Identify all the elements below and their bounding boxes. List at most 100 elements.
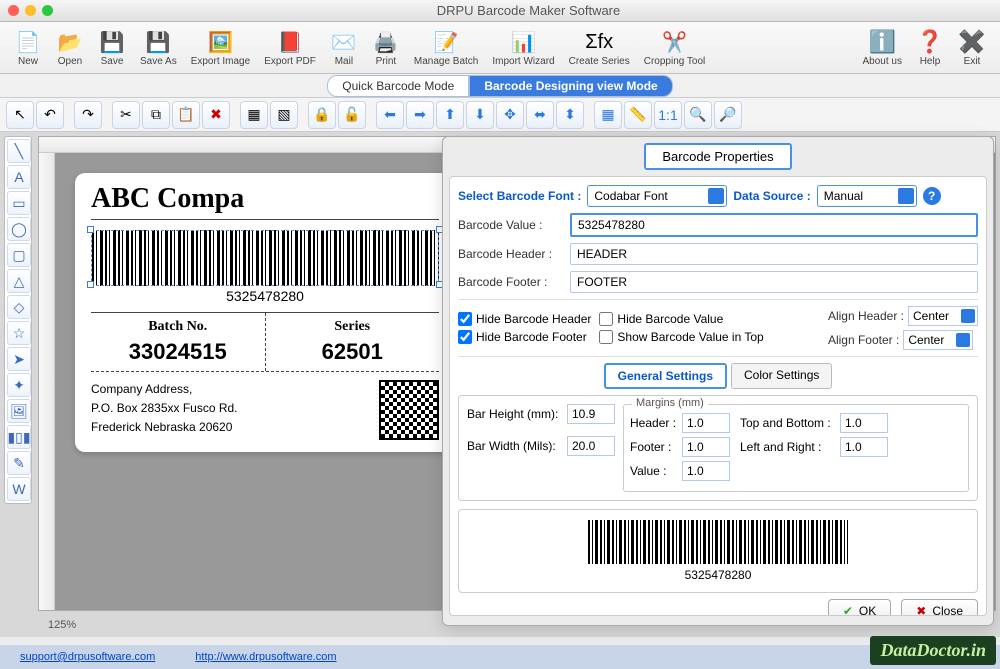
line-tool-icon[interactable]: ╲ [7, 139, 31, 163]
star-tool-icon[interactable]: ☆ [7, 321, 31, 345]
triangle-tool-icon[interactable]: △ [7, 269, 31, 293]
signature-tool-icon[interactable]: ✎ [7, 451, 31, 475]
window-minimize[interactable] [25, 5, 36, 16]
barcode-graphic[interactable] [91, 230, 439, 286]
support-link[interactable]: support@drpusoftware.com [20, 651, 155, 663]
undo-icon[interactable]: ↶ [36, 101, 64, 129]
ellipse-tool-icon[interactable]: ◯ [7, 217, 31, 241]
address-line2: Frederick Nebraska 20620 [91, 418, 379, 437]
font-select[interactable]: Codabar Font [587, 185, 727, 207]
toolbar-managebatch[interactable]: 📝Manage Batch [408, 26, 485, 69]
window-maximize[interactable] [42, 5, 53, 16]
copy-icon[interactable]: ⧉ [142, 101, 170, 129]
image-tool-icon[interactable]: 🖼 [7, 399, 31, 423]
tab-general-settings[interactable]: General Settings [604, 363, 727, 389]
toolbar-mail[interactable]: ✉️Mail [324, 26, 364, 69]
align-left-icon[interactable]: ⬅ [376, 101, 404, 129]
barcode-tool-icon[interactable]: ▮▯▮ [7, 425, 31, 449]
bar-width-input[interactable] [567, 436, 615, 456]
bar-height-input[interactable] [567, 404, 615, 424]
align-footer-select[interactable]: Center [903, 330, 973, 350]
roundrect-tool-icon[interactable]: ▢ [7, 243, 31, 267]
address-line1: P.O. Box 2835xx Fusco Rd. [91, 399, 379, 418]
burst-tool-icon[interactable]: ✦ [7, 373, 31, 397]
margin-footer-input[interactable] [682, 437, 730, 457]
datasource-select[interactable]: Manual [817, 185, 917, 207]
toolbar-createseries[interactable]: ΣfxCreate Series [563, 26, 636, 69]
m-value-label: Value : [630, 464, 678, 478]
window-close[interactable] [8, 5, 19, 16]
toolbar-about[interactable]: ℹ️About us [857, 26, 908, 69]
margins-legend: Margins (mm) [632, 397, 708, 409]
barcode-header-input[interactable] [570, 243, 978, 265]
zoom-level[interactable]: 125% [38, 617, 86, 633]
toolbar-open[interactable]: 📂Open [50, 26, 90, 69]
toolbar-saveas[interactable]: 💾Save As [134, 26, 183, 69]
tab-quick-mode[interactable]: Quick Barcode Mode [327, 75, 469, 97]
cut-icon[interactable]: ✂ [112, 101, 140, 129]
diamond-tool-icon[interactable]: ◇ [7, 295, 31, 319]
grid-icon[interactable]: ▦ [594, 101, 622, 129]
close-button[interactable]: ✖Close [901, 599, 978, 616]
show-top-label: Show Barcode Value in Top [617, 330, 763, 344]
align-center-icon[interactable]: ✥ [496, 101, 524, 129]
m-footer-label: Footer : [630, 440, 678, 454]
toolbar-exit[interactable]: ✖️Exit [952, 26, 992, 69]
rect-tool-icon[interactable]: ▭ [7, 191, 31, 215]
toolbar-crop[interactable]: ✂️Cropping Tool [638, 26, 712, 69]
toolbar-print[interactable]: 🖨️Print [366, 26, 406, 69]
hide-value-checkbox[interactable] [599, 312, 613, 326]
tab-design-mode[interactable]: Barcode Designing view Mode [469, 75, 672, 97]
unlock-icon[interactable]: 🔓 [338, 101, 366, 129]
zoom-fit-icon[interactable]: 1:1 [654, 101, 682, 129]
align-header-select[interactable]: Center [908, 306, 978, 326]
watermark-tool-icon[interactable]: W [7, 477, 31, 501]
label-card[interactable]: ABC Compa 5325478280 Batch No. 33024515 [75, 173, 455, 452]
ok-button[interactable]: ✔OK [828, 599, 891, 616]
preview-value: 5325478280 [469, 568, 967, 582]
toolbar-save[interactable]: 💾Save [92, 26, 132, 69]
barwidth-label: Bar Width (Mils): [467, 439, 563, 453]
barcode-value-input[interactable] [570, 213, 978, 237]
hide-header-checkbox[interactable] [458, 312, 472, 326]
barcode-value-text: 5325478280 [91, 288, 439, 304]
barcode-footer-input[interactable] [570, 271, 978, 293]
font-label: Select Barcode Font : [458, 189, 581, 203]
align-bottom-icon[interactable]: ⬇ [466, 101, 494, 129]
edit-toolbar: ↖ ↶ ↷ ✂ ⧉ 📋 ✖ ▦ ▧ 🔒 🔓 ⬅ ➡ ⬆ ⬇ ✥ ⬌ ⬍ ▦ 📏 … [0, 98, 1000, 132]
toolbar-exportimg[interactable]: 🖼️Export Image [185, 26, 256, 69]
qr-code[interactable] [379, 380, 439, 440]
text-tool-icon[interactable]: A [7, 165, 31, 189]
toolbar-importwiz[interactable]: 📊Import Wizard [486, 26, 560, 69]
hide-footer-label: Hide Barcode Footer [476, 330, 587, 344]
m-tb-label: Top and Bottom : [740, 416, 836, 430]
bring-front-icon[interactable]: ▦ [240, 101, 268, 129]
lock-icon[interactable]: 🔒 [308, 101, 336, 129]
toolbar-help[interactable]: ❓Help [910, 26, 950, 69]
redo-icon[interactable]: ↷ [74, 101, 102, 129]
align-top-icon[interactable]: ⬆ [436, 101, 464, 129]
margin-header-input[interactable] [682, 413, 730, 433]
delete-icon[interactable]: ✖ [202, 101, 230, 129]
distribute-icon[interactable]: ⬍ [556, 101, 584, 129]
show-top-checkbox[interactable] [599, 330, 613, 344]
align-middle-icon[interactable]: ⬌ [526, 101, 554, 129]
zoom-in-icon[interactable]: 🔍 [684, 101, 712, 129]
tab-color-settings[interactable]: Color Settings [731, 363, 832, 389]
select-icon[interactable]: ↖ [6, 101, 34, 129]
help-icon[interactable]: ? [923, 187, 941, 205]
margin-lr-input[interactable] [840, 437, 888, 457]
align-right-icon[interactable]: ➡ [406, 101, 434, 129]
toolbar-new[interactable]: 📄New [8, 26, 48, 69]
margin-tb-input[interactable] [840, 413, 888, 433]
panel-title: Barcode Properties [644, 143, 791, 170]
ruler-icon[interactable]: 📏 [624, 101, 652, 129]
hide-footer-checkbox[interactable] [458, 330, 472, 344]
zoom-out-icon[interactable]: 🔎 [714, 101, 742, 129]
margin-value-input[interactable] [682, 461, 730, 481]
paste-icon[interactable]: 📋 [172, 101, 200, 129]
send-back-icon[interactable]: ▧ [270, 101, 298, 129]
arrow-tool-icon[interactable]: ➤ [7, 347, 31, 371]
website-link[interactable]: http://www.drpusoftware.com [195, 651, 336, 663]
toolbar-exportpdf[interactable]: 📕Export PDF [258, 26, 322, 69]
